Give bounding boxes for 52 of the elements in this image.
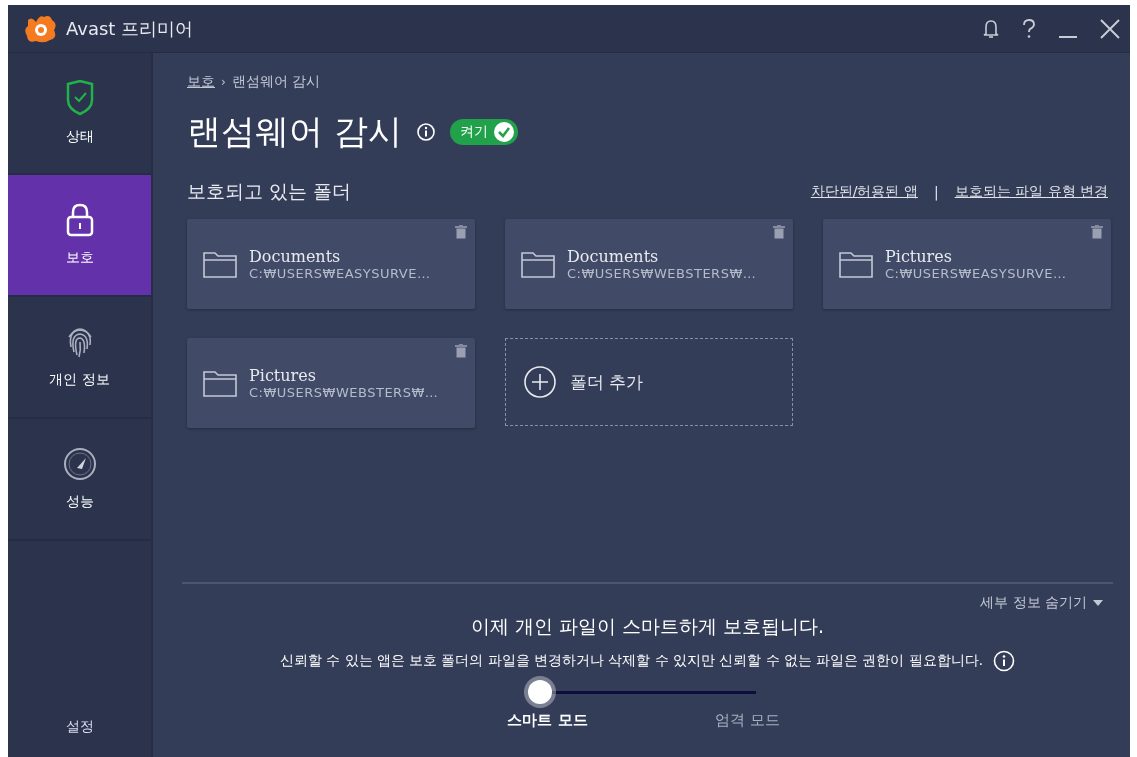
section-title: 보호되고 있는 폴더 (187, 179, 353, 204)
gauge-icon (62, 447, 97, 481)
help-icon[interactable] (1022, 18, 1036, 39)
folder-card[interactable]: Documents C:₩USERS₩WEBSTERS₩… (505, 219, 793, 309)
breadcrumb-separator: › (221, 75, 226, 89)
headline-text: 이제 개인 파일이 스마트하게 보호됩니다. (470, 614, 825, 639)
info-icon[interactable] (415, 122, 436, 142)
close-icon[interactable] (1100, 18, 1120, 39)
folder-icon (839, 250, 873, 278)
folder-card[interactable]: Pictures C:₩USERS₩WEBSTERS₩… (187, 338, 475, 428)
add-folder-button[interactable]: 폴더 추가 (505, 338, 793, 426)
plus-icon (524, 366, 556, 398)
slider-thumb[interactable] (527, 680, 552, 704)
folder-card[interactable]: Documents C:₩USERS₩EASYSURVE… (187, 219, 475, 309)
blocked-apps-link[interactable]: 차단된/허용된 앱 (810, 183, 918, 201)
settings-item[interactable]: 설정 (8, 697, 151, 757)
trash-icon[interactable] (455, 344, 467, 358)
folder-name: Pictures (885, 247, 953, 266)
folder-icon (521, 250, 555, 278)
sidebar-item[interactable]: 성능 (8, 419, 151, 541)
hide-details-button[interactable]: 세부 정보 숨기기 (980, 594, 1103, 612)
mode-label[interactable]: 스마트 모드 (477, 711, 618, 730)
shield-icon (64, 80, 95, 116)
trash-icon[interactable] (773, 225, 785, 239)
lock-icon (64, 203, 95, 237)
folder-icon (203, 250, 237, 278)
folder-path: C:₩USERS₩WEBSTERS₩… (249, 385, 439, 400)
folder-name: Documents (249, 247, 342, 266)
link-separator: | (933, 184, 939, 200)
folder-name: Pictures (249, 366, 317, 385)
check-icon (493, 122, 514, 142)
folder-card[interactable]: Pictures C:₩USERS₩EASYSURVE… (823, 219, 1111, 309)
window-title: Avast 프리미어 (66, 16, 195, 41)
folder-name: Documents (567, 247, 660, 266)
folder-path: C:₩USERS₩EASYSURVE… (885, 266, 1067, 281)
folder-path: C:₩USERS₩EASYSURVE… (249, 266, 431, 281)
breadcrumb-link[interactable]: 보호 (187, 73, 215, 91)
sidebar-item[interactable]: 보호 (8, 175, 151, 297)
info-icon[interactable] (992, 650, 1015, 672)
breadcrumb-current: 랜섬웨어 감시 (231, 73, 321, 91)
description-text: 신뢰할 수 있는 앱은 보호 폴더의 파일을 변경하거나 삭제할 수 있지만 신뢰할 수 없는 파일은 권한이 필요합니다. (280, 652, 983, 670)
file-types-link[interactable]: 보호되는 파일 유형 변경 (954, 183, 1108, 201)
sidebar-item[interactable]: 개인 정보 (8, 297, 151, 419)
folder-icon (203, 369, 237, 397)
trash-icon[interactable] (455, 225, 467, 239)
caret-icon (1093, 600, 1103, 606)
mode-label[interactable]: 엄격 모드 (677, 711, 818, 730)
page-title: 랜섬웨어 감시 (187, 110, 402, 153)
bell-icon[interactable] (982, 18, 1000, 39)
folder-path: C:₩USERS₩WEBSTERS₩… (567, 266, 757, 281)
logo-icon (24, 13, 58, 44)
trash-icon[interactable] (1091, 225, 1103, 239)
